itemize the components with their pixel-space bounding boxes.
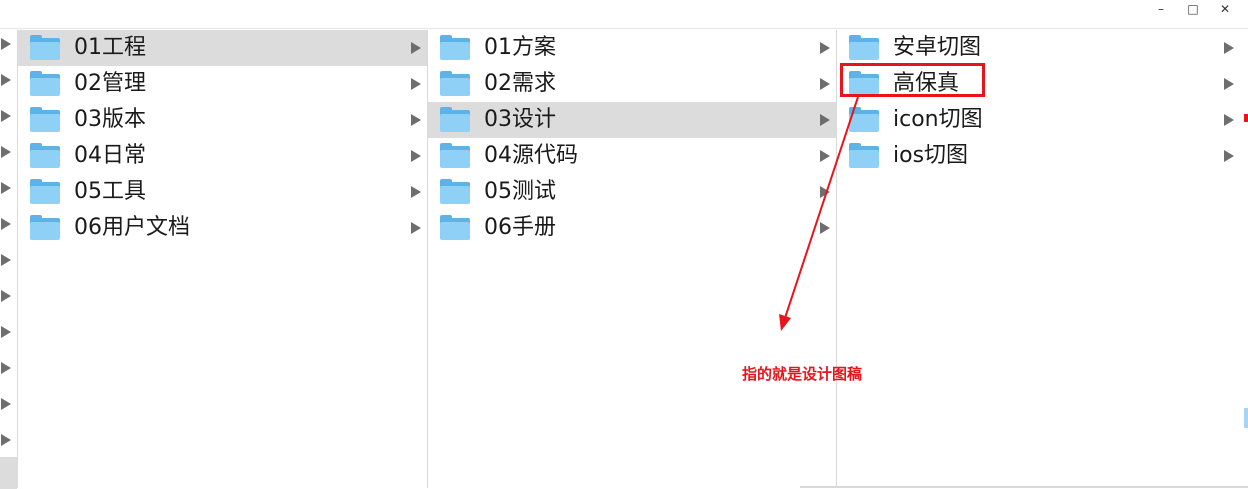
annotation-text: 指的就是设计图稿 bbox=[742, 365, 863, 383]
annotation-arrow-icon bbox=[779, 96, 859, 331]
